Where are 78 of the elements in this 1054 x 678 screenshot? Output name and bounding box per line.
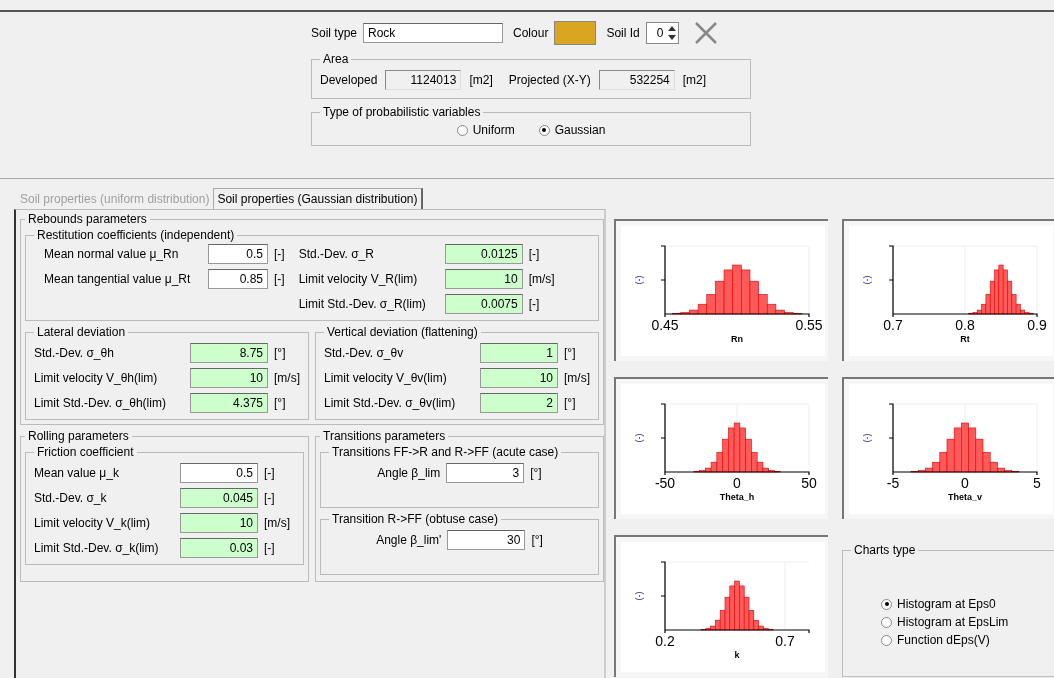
axis-title: Rn (731, 334, 743, 344)
field-label: Limit Std.-Dev. σ_θh(lim) (34, 396, 167, 410)
field-label: Limit Std.-Dev. σ_R(lim) (298, 297, 427, 311)
group-title: Vertical deviation (flattening) (326, 325, 479, 339)
unit-label: [m/s] (274, 371, 300, 385)
axis-tick-label: 0 (733, 475, 741, 491)
unit-label: [m/s] (528, 272, 555, 286)
unit-label: [°] (530, 466, 542, 480)
unit-label: [-] (274, 247, 285, 261)
unit-label: [m/s] (264, 516, 291, 530)
readonly-field: 1124013 (385, 70, 462, 90)
group-title: Transitions FF->R and R->FF (acute case) (331, 445, 560, 459)
unit-label: [m2] (469, 73, 493, 87)
axis-title: Rt (960, 334, 970, 344)
field-label: Std.-Dev. σ_θh (34, 346, 115, 360)
axis-title: (-) (863, 433, 873, 443)
field-label: Limit velocity V_R(lim) (298, 272, 419, 286)
field-label: Angle β_lim (377, 466, 441, 480)
axis-title: k (734, 650, 740, 660)
axis-tick-label: 0.7 (883, 317, 903, 333)
field-label: Mean value μ_k (34, 466, 120, 480)
field-label: Std.-Dev. σ_θv (324, 346, 405, 360)
group-title: Rolling parameters (27, 429, 130, 443)
unit-label: [m2] (682, 73, 707, 87)
axis-title: (-) (635, 433, 645, 443)
axis-tick-label: 50 (801, 475, 817, 491)
field-label: Mean tangential value μ_Rt (44, 272, 192, 286)
field-label: Soil Id (606, 26, 640, 40)
field-label: Limit Std.-Dev. σ_k(lim) (34, 541, 160, 555)
unit-label: [°] (564, 346, 577, 360)
field-label: Limit velocity V_θh(lim) (34, 371, 159, 385)
unit-label: [°] (531, 533, 543, 547)
axis-tick-label: 5 (1033, 475, 1041, 491)
field-label: Limit velocity V_θv(lim) (324, 371, 448, 385)
unit-label: [-] (274, 272, 285, 286)
axis-tick-label: 0.55 (795, 317, 823, 333)
axis-tick-label: -5 (886, 475, 900, 491)
field-label: Limit velocity V_k(lim) (34, 516, 151, 530)
field-label: Soil type (311, 26, 358, 40)
axis-tick-label: 0 (961, 475, 969, 491)
group-title: Friction coefficient (36, 445, 135, 459)
field-label: Std.-Dev. σ_R (298, 247, 375, 261)
unit-label: [-] (264, 466, 276, 480)
field-label: Projected (X-Y) (508, 73, 591, 87)
group-title: Lateral deviation (36, 325, 127, 339)
axis-title: Theta_v (948, 492, 982, 502)
group-title: Rebounds parameters (27, 212, 148, 226)
unit-label: [m/s] (564, 371, 590, 385)
axis-tick-label: 0.45 (651, 317, 679, 333)
unit-label: [-] (528, 297, 541, 311)
group-title: Area (322, 52, 350, 66)
group-title: Restitution coefficients (independent) (36, 228, 236, 242)
axis-title: Theta_h (719, 492, 755, 502)
axis-tick-label: 0.8 (955, 317, 975, 333)
group-title: Charts type (853, 543, 917, 557)
group-title: Type of probabilistic variables (322, 105, 482, 119)
unit-label: [°] (274, 346, 287, 360)
group-title: Transition R->FF (obtuse case) (331, 512, 499, 526)
field-label: Developed (320, 73, 378, 87)
field-label: Std.-Dev. σ_k (34, 491, 108, 505)
axis-tick-label: 0.2 (655, 633, 675, 649)
field-label: Mean normal value μ_Rn (44, 247, 180, 261)
axis-tick-label: 0.7 (775, 633, 795, 649)
group-title: Transitions parameters (322, 429, 447, 443)
axis-tick-label: -50 (654, 475, 676, 491)
field-label: Angle β_lim' (376, 533, 442, 547)
unit-label: [-] (528, 247, 541, 261)
field-label: Colour (513, 26, 549, 40)
readonly-field: 532254 (598, 70, 675, 90)
unit-label: [-] (264, 541, 276, 555)
axis-title: (-) (635, 591, 645, 601)
axis-title: (-) (863, 275, 873, 285)
field-label: Limit Std.-Dev. σ_θv(lim) (324, 396, 457, 410)
axis-title: (-) (635, 275, 645, 285)
unit-label: [°] (564, 396, 577, 410)
unit-label: [°] (274, 396, 287, 410)
unit-label: [-] (264, 491, 276, 505)
axis-tick-label: 0.9 (1027, 317, 1047, 333)
